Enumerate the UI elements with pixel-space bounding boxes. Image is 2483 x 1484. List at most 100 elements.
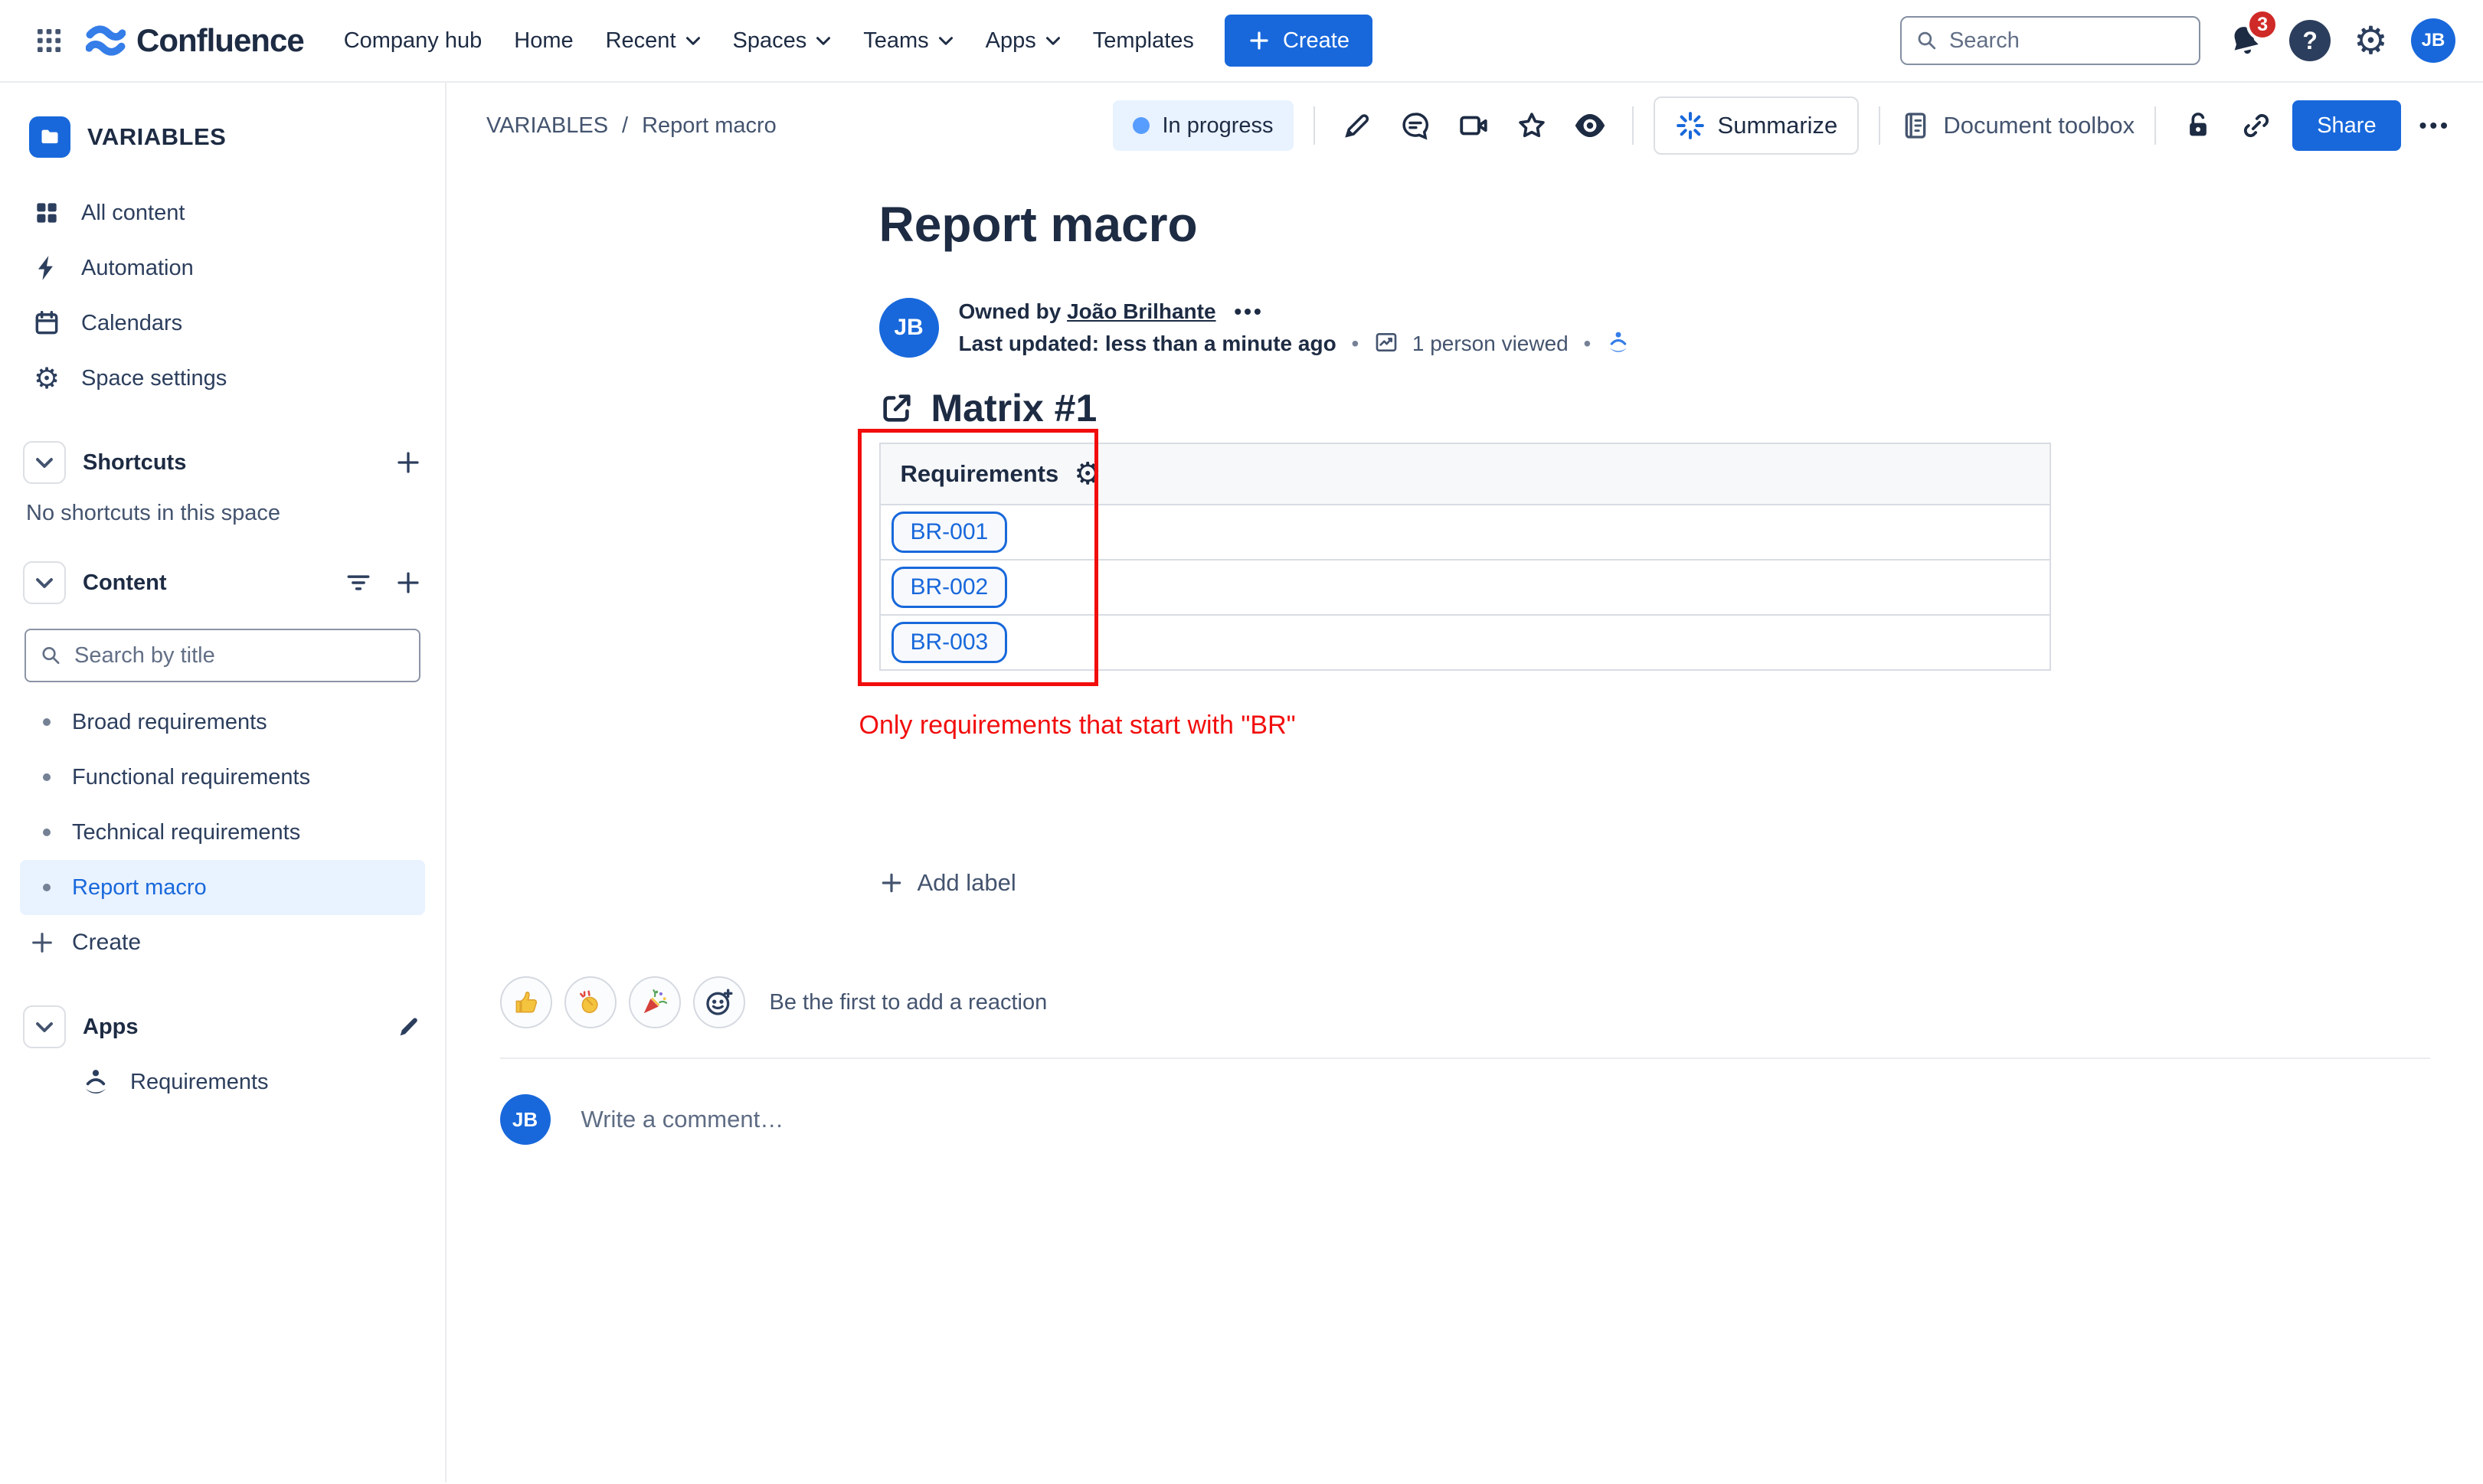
add-reaction-button[interactable] — [692, 976, 745, 1028]
table-header-cell: Requirements ⚙ — [878, 443, 2051, 505]
comment-input[interactable]: Write a comment… — [581, 1106, 2430, 1133]
restrictions-button[interactable] — [2176, 103, 2220, 148]
user-avatar[interactable]: JB — [2411, 18, 2455, 63]
settings-gear-icon[interactable]: ⚙ — [2354, 21, 2388, 60]
nav-item-templates[interactable]: Templates — [1079, 16, 1208, 66]
party-popper-icon — [643, 989, 667, 1014]
more-actions-button[interactable]: ••• — [2415, 113, 2455, 138]
table-settings-gear-icon[interactable]: ⚙ — [1074, 459, 1101, 489]
nav-item-teams[interactable]: Teams — [849, 16, 967, 66]
all-content-grid-icon — [37, 203, 57, 223]
sidebar-title-search[interactable] — [25, 629, 420, 682]
nav-item-company-hub[interactable]: Company hub — [330, 16, 496, 66]
sidebar-item-automation[interactable]: Automation — [20, 240, 425, 296]
table-row: BR-003 — [878, 614, 2051, 671]
edit-page-button[interactable] — [1335, 103, 1379, 148]
breadcrumb-separator: / — [622, 113, 629, 138]
notifications-button[interactable]: 3 — [2223, 8, 2279, 62]
comments-button[interactable] — [1393, 103, 1438, 148]
bullet-icon — [43, 884, 51, 891]
bullet-icon — [43, 773, 51, 781]
clap-reaction-button[interactable] — [564, 976, 617, 1028]
page-item-technical-requirements[interactable]: Technical requirements — [20, 805, 425, 860]
status-badge[interactable]: In progress — [1113, 100, 1294, 151]
page-item-broad-requirements[interactable]: Broad requirements — [20, 695, 425, 750]
nav-item-recent[interactable]: Recent — [592, 16, 715, 66]
apps-collapse-button[interactable] — [23, 1005, 66, 1048]
main-content: VARIABLES / Report macro In progress Sum… — [447, 83, 2483, 1482]
party-reaction-button[interactable] — [628, 976, 681, 1028]
nav-item-apps[interactable]: Apps — [972, 16, 1075, 66]
owner-line: Owned by João Brilhante ••• — [958, 299, 1264, 323]
gear-icon: ⚙ — [33, 361, 61, 395]
external-link-icon[interactable] — [879, 391, 914, 426]
sidebar-item-all-content[interactable]: All content — [20, 185, 425, 240]
views-count[interactable]: 1 person viewed — [1412, 332, 1569, 355]
divider — [1631, 106, 1634, 145]
chevron-down-icon — [36, 1021, 53, 1032]
search-icon — [42, 647, 60, 664]
breadcrumb-page-link[interactable]: Report macro — [642, 113, 777, 139]
apps-section: Apps Requirements — [20, 999, 425, 1110]
confluence-logo[interactable]: Confluence — [86, 22, 305, 59]
thumbs-up-reaction-button[interactable] — [499, 976, 552, 1028]
meditation-icon — [85, 1070, 106, 1094]
requirements-app-icon[interactable] — [1606, 330, 1631, 355]
search-icon — [1918, 31, 1936, 50]
comments-divider — [499, 1057, 2430, 1059]
owner-link[interactable]: João Brilhante — [1067, 299, 1215, 323]
requirements-table: Requirements ⚙ BR-001 BR-002 BR-003 — [878, 443, 2051, 671]
analytics-icon[interactable] — [1374, 330, 1399, 355]
sidebar-item-space-settings[interactable]: ⚙ Space settings — [20, 351, 425, 406]
star-button[interactable] — [1510, 103, 1554, 148]
commenter-avatar: JB — [499, 1094, 551, 1145]
app-switcher-icon[interactable] — [28, 19, 70, 62]
watch-button[interactable] — [1568, 103, 1612, 148]
clap-icon — [579, 990, 598, 1014]
status-dot-icon — [1133, 117, 1150, 134]
table-header-row: Requirements ⚙ — [878, 443, 2051, 505]
global-search[interactable] — [1900, 16, 2201, 65]
create-button[interactable]: Create — [1224, 15, 1372, 67]
chevron-down-icon — [36, 577, 53, 588]
help-button[interactable]: ? — [2289, 20, 2331, 61]
sidebar-create-button[interactable]: Create — [20, 915, 425, 970]
add-label-button[interactable]: Add label — [879, 869, 1016, 897]
space-header[interactable]: VARIABLES — [20, 110, 425, 164]
edit-pencil-icon[interactable] — [396, 1014, 422, 1040]
owner-more-button[interactable]: ••• — [1234, 299, 1263, 323]
filter-icon[interactable] — [344, 568, 373, 597]
page-item-functional-requirements[interactable]: Functional requirements — [20, 750, 425, 805]
byline: JB Owned by João Brilhante ••• Last upda… — [878, 296, 2051, 360]
shortcuts-collapse-button[interactable] — [23, 441, 66, 484]
video-button[interactable] — [1451, 103, 1496, 148]
add-reaction-icon — [705, 989, 732, 1015]
content-collapse-button[interactable] — [23, 561, 66, 604]
requirement-chip[interactable]: BR-002 — [891, 567, 1008, 608]
copy-link-button[interactable] — [2234, 103, 2279, 148]
chevron-down-icon — [1045, 36, 1060, 45]
nav-item-home[interactable]: Home — [500, 16, 587, 66]
share-button[interactable]: Share — [2292, 100, 2401, 151]
nav-item-spaces[interactable]: Spaces — [719, 16, 846, 66]
speech-bubble-icon — [1402, 113, 1428, 140]
page-item-report-macro[interactable]: Report macro — [20, 860, 425, 915]
document-toolbox-button[interactable]: Document toolbox — [1900, 110, 2135, 141]
summarize-button[interactable]: Summarize — [1653, 96, 1860, 155]
requirement-chip[interactable]: BR-001 — [891, 512, 1008, 553]
search-input[interactable] — [1948, 28, 2186, 54]
add-shortcut-icon[interactable] — [394, 449, 422, 476]
title-search-input[interactable] — [74, 642, 405, 668]
divider — [2154, 106, 2157, 145]
app-item-requirements[interactable]: Requirements — [69, 1054, 425, 1110]
page-tree: Broad requirements Functional requiremen… — [20, 695, 425, 915]
sidebar-item-calendars[interactable]: Calendars — [20, 296, 425, 351]
bullet-icon — [43, 718, 51, 726]
add-content-icon[interactable] — [394, 569, 422, 597]
breadcrumb-space-link[interactable]: VARIABLES — [486, 113, 608, 139]
reactions-row: Be the first to add a reaction — [499, 976, 2430, 1028]
requirement-chip[interactable]: BR-003 — [891, 622, 1008, 663]
content-title: Content — [83, 570, 167, 595]
document-icon — [1905, 113, 1926, 139]
top-navigation-bar: Confluence Company hub Home Recent Space… — [0, 0, 2483, 83]
